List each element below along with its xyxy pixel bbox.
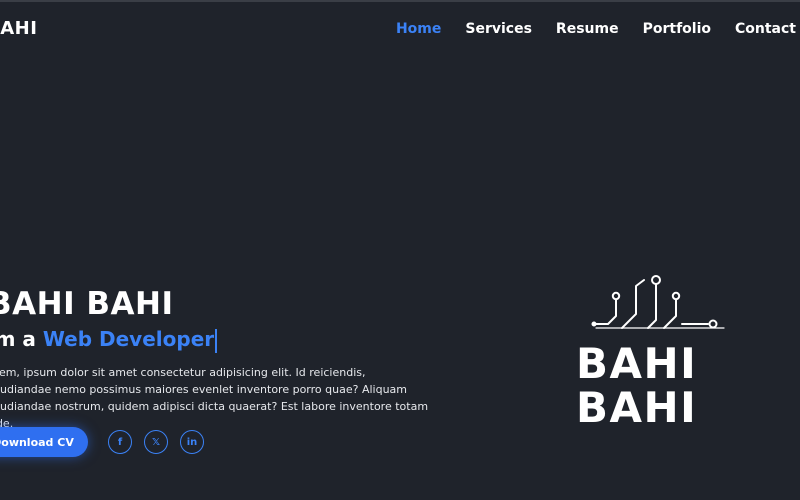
hero-name: BAHI BAHI [0,286,174,322]
hero-role: I'm a Web Developer [0,327,217,353]
hero-role-prefix: I'm a [0,327,36,351]
download-cv-button[interactable]: Download CV [0,427,88,457]
linkedin-glyph: in [186,436,198,448]
nav-resume[interactable]: Resume [556,21,619,37]
brand-line-1: BAHI [576,339,698,388]
top-border [0,0,800,2]
hero-role-highlight: Web Developer [42,327,215,351]
hero-description: Lorem, ipsum dolor sit amet consectetur … [0,366,429,430]
main-nav: Home Services Resume Portfolio Contact [396,21,796,37]
social-links: f 𝕏 in [108,430,204,454]
nav-contact[interactable]: Contact [735,21,796,37]
brand-line-2: BAHI [576,383,698,432]
typing-caret [215,328,217,353]
x-glyph: 𝕏 [151,436,161,448]
site-logo[interactable]: BAHI [0,18,37,39]
facebook-glyph: f [117,436,123,448]
circuit-logo-icon [591,275,725,329]
linkedin-icon[interactable]: in [180,430,204,454]
nav-home[interactable]: Home [396,21,441,37]
brand-wordmark: BAHI BAHI [576,342,736,430]
nav-portfolio[interactable]: Portfolio [643,21,711,37]
x-twitter-icon[interactable]: 𝕏 [144,430,168,454]
page: BAHI Home Services Resume Portfolio Cont… [0,0,800,500]
nav-services[interactable]: Services [465,21,532,37]
facebook-icon[interactable]: f [108,430,132,454]
